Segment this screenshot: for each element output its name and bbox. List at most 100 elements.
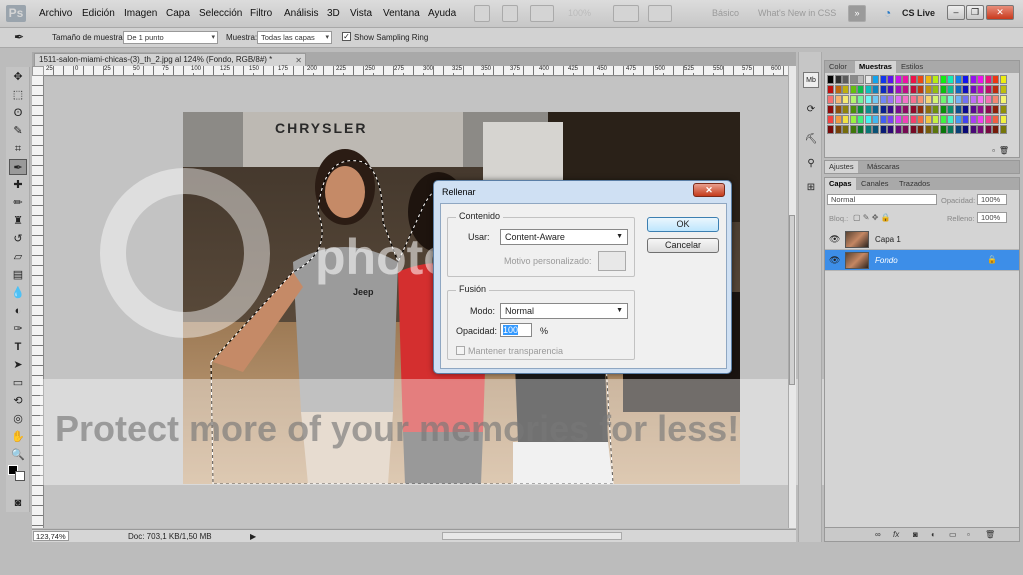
color-swatch[interactable] bbox=[984, 75, 992, 84]
bridge-button[interactable] bbox=[474, 5, 490, 22]
color-swatch[interactable] bbox=[984, 95, 992, 104]
color-swatch[interactable] bbox=[954, 95, 962, 104]
color-swatch[interactable] bbox=[887, 115, 894, 124]
workspace-whats-new[interactable]: What's New in CSS bbox=[758, 8, 836, 18]
color-swatch[interactable] bbox=[984, 105, 992, 114]
color-swatch[interactable] bbox=[827, 115, 834, 124]
menu-filtro[interactable]: Filtro bbox=[250, 8, 272, 19]
link-layers-icon[interactable]: ∞ bbox=[875, 530, 881, 539]
color-swatch[interactable] bbox=[939, 125, 947, 134]
menu-capa[interactable]: Capa bbox=[166, 8, 190, 19]
color-swatch[interactable] bbox=[849, 115, 857, 124]
color-swatch[interactable] bbox=[969, 105, 977, 114]
opacity-input[interactable]: 100 bbox=[500, 323, 532, 337]
color-swatch[interactable] bbox=[917, 105, 924, 114]
lock-icons[interactable]: ▢ ✎ ✥ 🔒 bbox=[853, 213, 891, 222]
color-swatch[interactable] bbox=[962, 85, 969, 94]
status-menu-arrow-icon[interactable]: ▶ bbox=[250, 532, 256, 541]
menu-vista[interactable]: Vista bbox=[350, 8, 372, 19]
color-swatch[interactable] bbox=[834, 125, 842, 134]
view-extras-button[interactable] bbox=[530, 5, 554, 22]
color-swatch[interactable] bbox=[842, 115, 849, 124]
trash-icon[interactable]: 🗑 bbox=[999, 146, 1009, 155]
history-icon[interactable]: ⟳ bbox=[803, 102, 819, 118]
color-swatch[interactable] bbox=[827, 85, 834, 94]
type-tool-icon[interactable]: T bbox=[9, 339, 27, 355]
eyedropper-tool-icon[interactable]: ✒ bbox=[14, 30, 24, 44]
gradient-tool-icon[interactable]: ▤ bbox=[9, 267, 27, 283]
color-swatch[interactable] bbox=[999, 105, 1007, 114]
color-swatch[interactable] bbox=[872, 115, 879, 124]
cs-live-menu[interactable]: CS Live bbox=[902, 8, 935, 18]
horizontal-scrollbar[interactable] bbox=[442, 532, 622, 540]
color-swatch[interactable] bbox=[932, 125, 939, 134]
color-swatch[interactable] bbox=[924, 95, 932, 104]
color-swatch[interactable] bbox=[842, 75, 849, 84]
new-swatch-icon[interactable]: ▫ bbox=[992, 146, 995, 155]
color-swatch[interactable] bbox=[947, 115, 954, 124]
eraser-tool-icon[interactable]: ▱ bbox=[9, 249, 27, 265]
color-swatch[interactable] bbox=[954, 125, 962, 134]
color-swatch[interactable] bbox=[902, 115, 909, 124]
tab-color[interactable]: Color bbox=[825, 61, 851, 73]
screen-mode-button[interactable] bbox=[648, 5, 672, 22]
color-swatch[interactable] bbox=[954, 85, 962, 94]
blend-mode-select[interactable]: Normal bbox=[827, 194, 937, 205]
color-swatch[interactable] bbox=[977, 125, 984, 134]
color-swatch[interactable] bbox=[924, 75, 932, 84]
menu-imagen[interactable]: Imagen bbox=[124, 8, 157, 19]
color-swatch[interactable] bbox=[909, 125, 917, 134]
more-workspaces-icon[interactable]: » bbox=[848, 5, 866, 22]
history-brush-tool-icon[interactable]: ↺ bbox=[9, 231, 27, 247]
color-swatch[interactable] bbox=[887, 85, 894, 94]
color-swatch[interactable] bbox=[969, 85, 977, 94]
color-swatch[interactable] bbox=[857, 125, 864, 134]
zoom-tool-icon[interactable]: 🔍 bbox=[9, 447, 27, 463]
color-swatch[interactable] bbox=[902, 125, 909, 134]
sample-select[interactable]: Todas las capas ▾ bbox=[257, 31, 332, 44]
color-swatch[interactable] bbox=[984, 85, 992, 94]
color-swatch[interactable] bbox=[992, 75, 999, 84]
color-swatch[interactable] bbox=[849, 105, 857, 114]
color-swatch[interactable] bbox=[947, 85, 954, 94]
color-swatch[interactable] bbox=[909, 75, 917, 84]
path-selection-tool-icon[interactable]: ➤ bbox=[9, 357, 27, 373]
color-swatch[interactable] bbox=[984, 125, 992, 134]
clone-stamp-tool-icon[interactable]: ♜ bbox=[9, 213, 27, 229]
trash-icon[interactable]: 🗑 bbox=[985, 530, 995, 539]
color-swatch[interactable] bbox=[849, 125, 857, 134]
sample-size-select[interactable]: De 1 punto ▾ bbox=[123, 31, 218, 44]
arrange-documents-button[interactable] bbox=[613, 5, 639, 22]
menu-3d[interactable]: 3D bbox=[327, 8, 340, 19]
color-swatch[interactable] bbox=[842, 105, 849, 114]
color-swatch[interactable] bbox=[879, 85, 887, 94]
color-swatch[interactable] bbox=[947, 105, 954, 114]
color-swatch[interactable] bbox=[864, 115, 872, 124]
color-swatch[interactable] bbox=[917, 85, 924, 94]
color-swatch[interactable] bbox=[857, 95, 864, 104]
tab-swatches[interactable]: Muestras bbox=[855, 61, 896, 73]
document-tab[interactable]: 1511-salon-miami-chicas-(3)_th_2.jpg al … bbox=[34, 53, 306, 66]
color-swatch[interactable] bbox=[909, 95, 917, 104]
swatch-grid[interactable] bbox=[827, 75, 1007, 137]
color-swatch[interactable] bbox=[834, 85, 842, 94]
brush-tool-icon[interactable]: ✏ bbox=[9, 195, 27, 211]
color-swatch[interactable] bbox=[954, 105, 962, 114]
color-swatch[interactable] bbox=[864, 85, 872, 94]
color-swatch[interactable] bbox=[917, 75, 924, 84]
menu-edicion[interactable]: Edición bbox=[82, 8, 115, 19]
color-swatch[interactable] bbox=[894, 115, 902, 124]
color-swatch[interactable] bbox=[894, 85, 902, 94]
color-swatch[interactable] bbox=[977, 75, 984, 84]
color-swatch[interactable] bbox=[849, 75, 857, 84]
color-swatch[interactable] bbox=[894, 105, 902, 114]
color-swatch[interactable] bbox=[879, 125, 887, 134]
color-swatch[interactable] bbox=[924, 115, 932, 124]
color-swatch[interactable] bbox=[962, 115, 969, 124]
color-swatch[interactable] bbox=[992, 105, 999, 114]
color-swatch[interactable] bbox=[999, 115, 1007, 124]
move-tool-icon[interactable]: ✥ bbox=[9, 69, 27, 85]
color-swatch[interactable] bbox=[872, 125, 879, 134]
color-swatch[interactable] bbox=[849, 95, 857, 104]
color-swatch[interactable] bbox=[954, 75, 962, 84]
